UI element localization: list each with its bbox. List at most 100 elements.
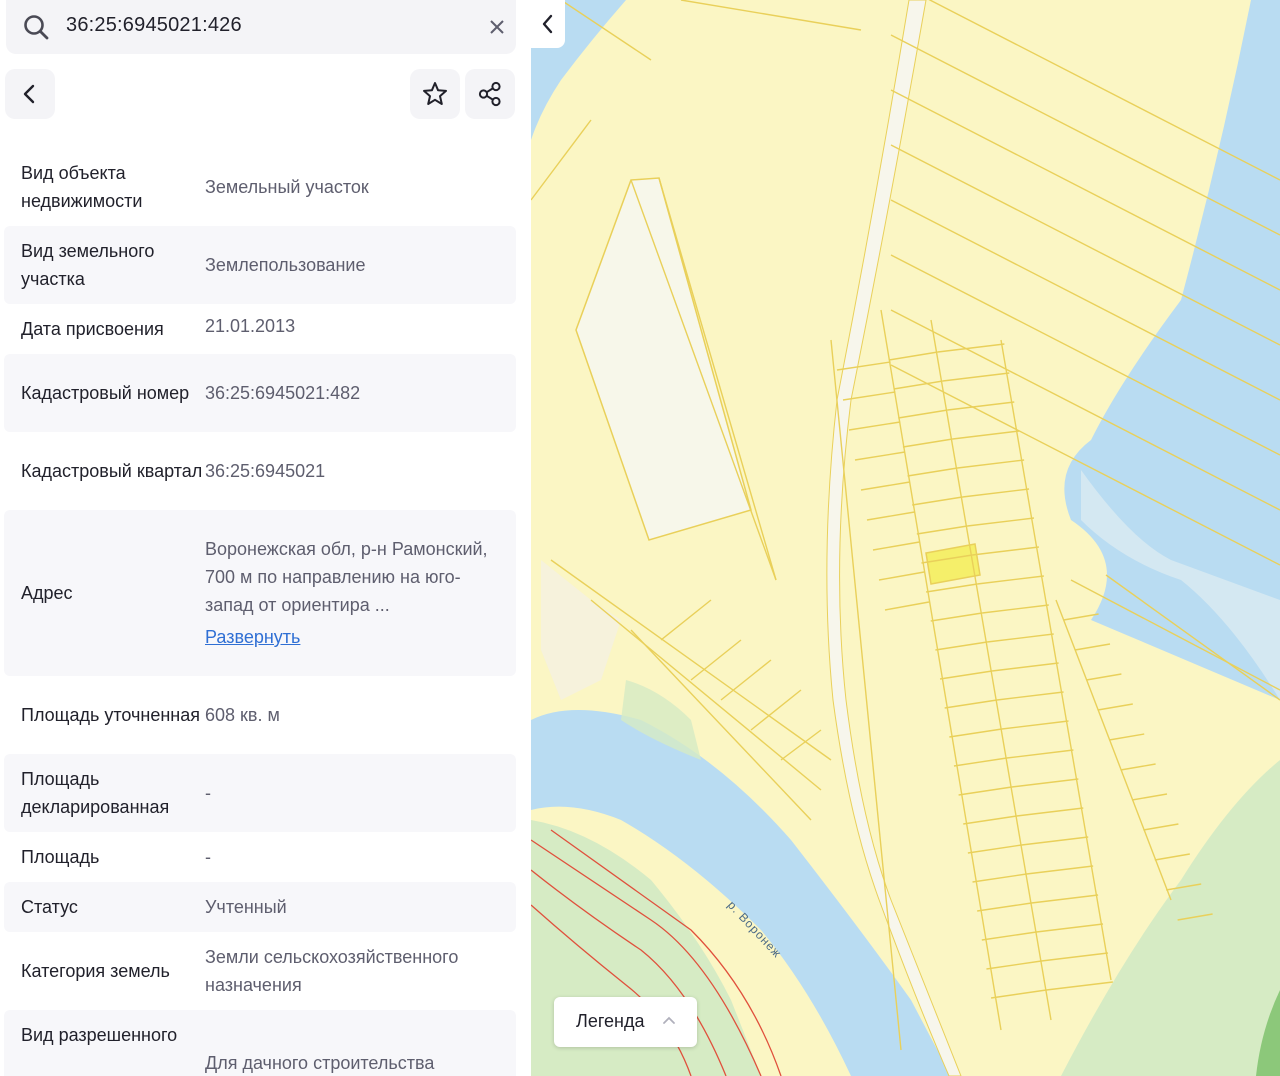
- share-icon: [478, 81, 501, 107]
- cadastral-map[interactable]: р. Воронеж: [531, 0, 1280, 1076]
- parcel-line: [982, 604, 1049, 614]
- parcel-line: [884, 601, 930, 611]
- parcel-line: [967, 844, 1022, 854]
- parcel-line: [872, 541, 920, 551]
- property-value: -: [205, 783, 211, 803]
- property-label: Статус: [21, 897, 78, 917]
- property-label: Кадастровый квартал: [21, 461, 203, 481]
- parcel-line: [977, 575, 1044, 585]
- parcel-line: [1021, 836, 1089, 846]
- property-row: Статус Учтенный: [4, 882, 516, 932]
- parcel-line: [990, 989, 1047, 999]
- parcel-line: [902, 438, 953, 448]
- close-icon[interactable]: [484, 14, 510, 40]
- property-value: Воронежская обл, р-н Рамонский, 700 м по…: [205, 539, 488, 615]
- parcel-line: [854, 451, 906, 461]
- parcel-line: [1143, 823, 1179, 831]
- property-label: Площадь уточненная: [21, 705, 200, 725]
- property-row: Кадастровый квартал 36:25:6945021: [4, 432, 516, 510]
- property-row: Вид земельного участка Землепользование: [4, 226, 516, 304]
- parcel-line: [720, 659, 772, 701]
- favorite-button[interactable]: [410, 69, 460, 119]
- property-value: 21.01.2013: [205, 316, 296, 336]
- parcel-line: [1006, 749, 1074, 759]
- search-input[interactable]: 36:25:6945021:426: [66, 14, 242, 37]
- parcel-line: [848, 421, 901, 431]
- parcel-line: [958, 786, 1012, 796]
- parcel-line: [1154, 853, 1190, 861]
- collapse-panel-button[interactable]: [531, 0, 565, 48]
- parcel-line: [972, 873, 1027, 883]
- property-value: Земельный участок: [205, 177, 369, 197]
- property-list: Вид объекта недвижимости Земельный участ…: [4, 148, 516, 1076]
- selected-parcel[interactable]: [925, 543, 981, 585]
- parcel-line: [981, 931, 1037, 941]
- address-value: Воронежская обл, р-н Рамонский, 700 м по…: [204, 510, 516, 676]
- property-row: Площадь декларированная -: [4, 754, 516, 832]
- property-label: Вид земельного участка: [21, 241, 155, 289]
- property-value: 36:25:6945021: [205, 461, 326, 481]
- property-value: -: [205, 847, 211, 867]
- parcel-line: [1046, 981, 1113, 991]
- property-label: Площадь декларированная: [21, 769, 170, 817]
- parcel-line: [972, 546, 1039, 556]
- property-row-address: Адрес Воронежская обл, р-н Рамонский, 70…: [4, 510, 516, 676]
- parcel-line: [1086, 673, 1122, 681]
- search-icon: [24, 15, 49, 40]
- parcel-line: [947, 401, 1015, 411]
- property-row: Вид объекта недвижимости Земельный участ…: [4, 148, 516, 226]
- parcel-line: [912, 496, 963, 506]
- property-row: Площадь уточненная 608 кв. м: [4, 676, 516, 754]
- legend-label: Легенда: [576, 1011, 645, 1031]
- property-label: Площадь: [21, 847, 100, 867]
- parcel-line: [949, 728, 1002, 738]
- parcel-line: [660, 599, 712, 641]
- parcel-line: [866, 511, 915, 521]
- search-bar[interactable]: 36:25:6945021:426: [6, 0, 516, 54]
- property-label: Кадастровый номер: [21, 383, 190, 403]
- chevron-up-icon: [663, 1016, 675, 1024]
- property-row: Кадастровый номер 36:25:6945021:482: [4, 354, 516, 432]
- parcel-line: [986, 960, 1042, 970]
- forest-area-right: [1061, 760, 1280, 1076]
- back-button[interactable]: [5, 69, 55, 119]
- property-row: Дата присвоения 21.01.2013: [4, 304, 516, 354]
- parcel-line: [1011, 778, 1079, 788]
- parcel-line: [935, 641, 988, 651]
- parcel-line: [977, 902, 1032, 912]
- parcel-line: [1131, 793, 1168, 801]
- share-button[interactable]: [465, 69, 515, 119]
- parcel-line: [957, 459, 1025, 469]
- parcel-line: [1001, 720, 1069, 730]
- parcel-line: [1036, 923, 1104, 933]
- parcel-line: [926, 583, 978, 593]
- parcel-line: [898, 409, 948, 419]
- property-label: Категория земель: [21, 961, 170, 981]
- property-row: Категория земель Земли сельскохозяйствен…: [4, 932, 516, 1010]
- expand-address-link[interactable]: Развернуть: [205, 623, 300, 651]
- parcel-empty: [575, 177, 752, 541]
- property-label: Дата присвоения: [21, 319, 164, 339]
- info-panel: 36:25:6945021:426 Вид объекта недвижимос…: [0, 0, 531, 1076]
- parcel-line: [690, 639, 742, 681]
- property-value: Учтенный: [205, 897, 287, 917]
- parcel-line: [953, 757, 1007, 767]
- star-icon: [423, 82, 447, 105]
- parcel-line: [916, 525, 968, 535]
- parcel-line: [1026, 865, 1094, 875]
- parcel-line: [967, 517, 1035, 527]
- property-value: Земли сельскохозяйственного назначения: [205, 947, 459, 995]
- parcel-line: [991, 662, 1059, 672]
- parcel-line: [942, 372, 1010, 382]
- parcel-line: [907, 467, 958, 477]
- chevron-left-icon: [542, 14, 553, 34]
- parcel-line: [952, 430, 1020, 440]
- map-canvas: [531, 0, 1280, 1076]
- parcel-line: [1120, 763, 1156, 771]
- parcel-line: [1109, 733, 1145, 741]
- property-value: Для дачного строительства: [205, 1053, 435, 1073]
- parcel-line: [996, 691, 1064, 701]
- parcel-line: [750, 689, 802, 731]
- parcel-line: [1031, 894, 1099, 904]
- legend-button[interactable]: Легенда: [554, 997, 697, 1047]
